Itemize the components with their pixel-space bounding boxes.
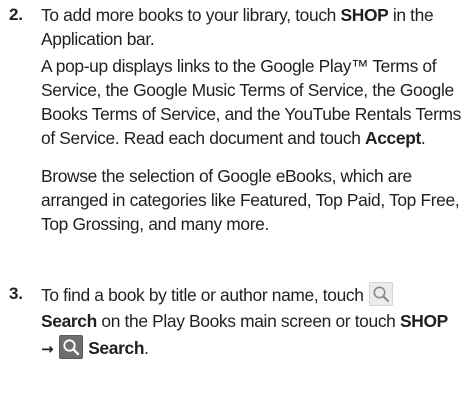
popup-text-end: . bbox=[420, 128, 426, 148]
search-icon bbox=[369, 282, 394, 306]
step-number: 2. bbox=[9, 5, 23, 24]
shop-keyword-2: SHOP bbox=[399, 311, 448, 331]
intro-text: To add more books to your library, touch bbox=[41, 5, 341, 25]
step-2-intro: To add more books to your library, touch… bbox=[41, 3, 469, 51]
search-keyword-2: Search bbox=[88, 338, 145, 358]
step-3-arrow-line: → Search. bbox=[41, 335, 469, 361]
find-text: To find a book by title or author name, … bbox=[41, 285, 369, 305]
step-3-find-paragraph: To find a book by title or author name, … bbox=[41, 282, 469, 307]
step-2-browse-paragraph: Browse the selection of Google eBooks, w… bbox=[41, 166, 460, 234]
step-3-search-line: Search on the Play Books main screen or … bbox=[41, 309, 469, 333]
arrow-icon: → bbox=[41, 340, 54, 358]
end-period: . bbox=[144, 338, 149, 358]
step-number: 3. bbox=[9, 284, 23, 303]
accept-keyword: Accept bbox=[365, 128, 421, 148]
manual-page: 2. To add more books to your library, to… bbox=[0, 0, 472, 399]
step-2-popup-paragraph: A pop-up displays links to the Google Pl… bbox=[41, 54, 469, 150]
find-text-middle: on the Play Books main screen or touch bbox=[96, 311, 400, 331]
search-icon-dark bbox=[58, 335, 83, 359]
search-keyword: Search bbox=[41, 311, 97, 331]
shop-keyword: SHOP bbox=[340, 5, 389, 25]
